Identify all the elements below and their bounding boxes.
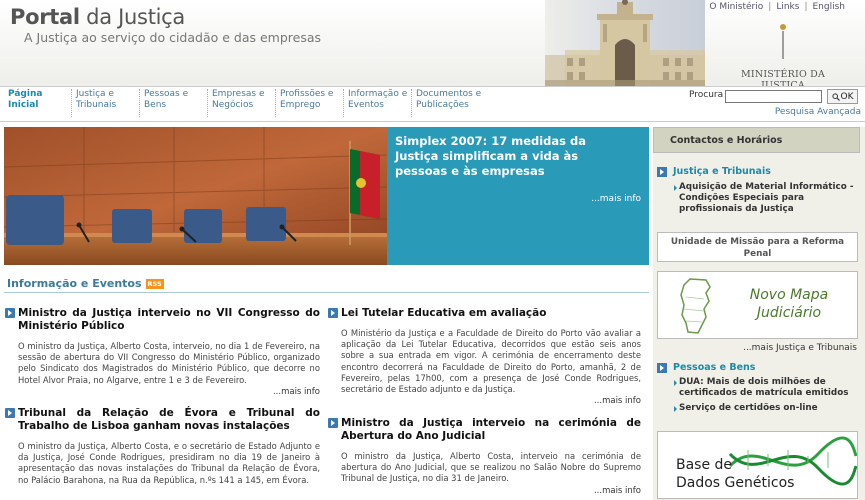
news-more-link[interactable]: ...mais info xyxy=(330,396,641,406)
nav-justica-tribunais[interactable]: Justiça e Tribunais xyxy=(71,89,133,117)
courtroom-photo xyxy=(4,127,387,265)
news-item: Lei Tutelar Educativa em avaliação O Min… xyxy=(328,307,641,406)
banner-teaser: Simplex 2007: 17 medidas da Justiça simp… xyxy=(387,127,649,265)
news-title-text: Lei Tutelar Educativa em avaliação xyxy=(341,307,547,319)
section-divider xyxy=(4,292,649,293)
search-button-label: OK xyxy=(840,91,854,102)
genetic-text-line2: Dados Genéticos xyxy=(676,475,795,491)
news-item: Ministro da Justiça interveio no VII Con… xyxy=(5,307,320,397)
news-more-link[interactable]: ...mais info xyxy=(7,387,320,397)
mais-justica-link[interactable]: ...mais Justiça e Tribunais xyxy=(743,343,857,353)
site-title[interactable]: Portal da Justiça xyxy=(10,5,185,29)
main-nav: Página Inicial Justiça e Tribunais Pesso… xyxy=(0,86,865,122)
news-title-text: Tribunal da Relação de Évora e Tribunal … xyxy=(18,407,320,432)
contacts-hours-link[interactable]: Contactos e Horários xyxy=(653,127,860,153)
top-link-links[interactable]: Links xyxy=(776,2,799,12)
pessoas-bens-heading[interactable]: Pessoas e Bens xyxy=(657,362,755,373)
search-input[interactable] xyxy=(725,90,822,103)
arrow-bullet-icon xyxy=(328,418,338,428)
arrow-bullet-icon xyxy=(657,166,667,177)
news-more-link[interactable]: ...mais info xyxy=(330,486,641,496)
feature-banner: Simplex 2007: 17 medidas da Justiça simp… xyxy=(4,127,649,265)
top-link-sep: | xyxy=(768,2,772,12)
site-header: Portal da Justiça A Justiça ao serviço d… xyxy=(0,0,865,91)
arrow-bullet-icon xyxy=(5,308,15,318)
reforma-penal-link[interactable]: Unidade de Missão para a Reforma Penal xyxy=(657,232,858,262)
news-body: O ministro da Justiça, Alberto Costa, in… xyxy=(341,451,641,484)
site-title-strong: Portal xyxy=(10,5,80,29)
justica-tribunais-heading-text: Justiça e Tribunais xyxy=(673,166,771,177)
nav-documentos-publicacoes[interactable]: Documentos e Publicações xyxy=(411,89,487,117)
search-button[interactable]: OK xyxy=(827,89,858,104)
nav-pessoas-bens[interactable]: Pessoas e Bens xyxy=(139,89,201,117)
mapa-text-line2: Judiciário xyxy=(756,305,822,321)
rss-icon[interactable]: RSS xyxy=(145,278,164,289)
genetic-text-line1: Base de xyxy=(676,457,733,473)
pessoas-bens-heading-text: Pessoas e Bens xyxy=(673,362,756,373)
top-link-english[interactable]: English xyxy=(813,2,846,12)
nav-informacao-eventos[interactable]: Informação e Eventos xyxy=(343,89,409,117)
mapa-judiciario-text: Novo Mapa Judiciário xyxy=(724,286,854,322)
sidebar-link-dua[interactable]: DUA: Mais de dois milhões de certificado… xyxy=(674,377,857,399)
nav-profissoes-emprego[interactable]: Profissões e Emprego xyxy=(275,89,339,117)
news-item: Ministro da Justiça interveio na cerimón… xyxy=(328,417,641,496)
banner-title[interactable]: Simplex 2007: 17 medidas da Justiça simp… xyxy=(395,134,630,179)
news-body: O ministro da Justiça, Alberto Costa, in… xyxy=(18,341,320,385)
news-title[interactable]: Ministro da Justiça interveio na cerimón… xyxy=(328,417,641,443)
top-link-sep: | xyxy=(804,2,808,12)
lisbon-arch-photo xyxy=(545,0,705,86)
news-item: Tribunal da Relação de Évora e Tribunal … xyxy=(5,407,320,486)
search-label: Procura xyxy=(689,90,724,100)
info-events-heading: Informação e Eventos RSS xyxy=(7,277,164,290)
arrow-bullet-icon xyxy=(5,408,15,418)
justica-tribunais-heading[interactable]: Justiça e Tribunais xyxy=(657,166,771,177)
page: Portal da Justiça A Justiça ao serviço d… xyxy=(0,0,865,500)
search-icon xyxy=(831,92,840,101)
top-link-ministry[interactable]: O Ministério xyxy=(709,2,763,12)
right-sidebar: Contactos e Horários Justiça e Tribunais… xyxy=(653,127,865,500)
news-body: O ministro da Justiça, Alberto Costa, e … xyxy=(18,441,320,485)
sidebar-link-material-informatico[interactable]: Aquisição de Material Informático - Cond… xyxy=(674,182,857,215)
advanced-search-link[interactable]: Pesquisa Avançada xyxy=(775,107,861,117)
mapa-text-line1: Novo Mapa xyxy=(749,287,829,303)
news-body: O Ministério da Justiça e a Faculdade de… xyxy=(341,328,641,395)
news-title[interactable]: Ministro da Justiça interveio no VII Con… xyxy=(5,307,320,333)
top-links: O Ministério | Links | English xyxy=(709,2,845,12)
nav-empresas-negocios[interactable]: Empresas e Negócios xyxy=(207,89,269,117)
base-dados-geneticos-text: Base de Dados Genéticos xyxy=(676,456,794,492)
info-events-title[interactable]: Informação e Eventos xyxy=(7,277,142,290)
news-title-text: Ministro da Justiça interveio no VII Con… xyxy=(18,307,320,332)
banner-more-link[interactable]: ...mais info xyxy=(591,194,641,204)
nav-home[interactable]: Página Inicial xyxy=(4,89,64,117)
portugal-map-icon xyxy=(680,278,711,334)
arrow-bullet-icon xyxy=(657,362,667,373)
news-title[interactable]: Tribunal da Relação de Évora e Tribunal … xyxy=(5,407,320,433)
news-title-text: Ministro da Justiça interveio na cerimón… xyxy=(341,417,641,442)
site-tagline: A Justiça ao serviço do cidadão e das em… xyxy=(24,30,322,45)
arrow-bullet-icon xyxy=(328,308,338,318)
site-title-rest: da Justiça xyxy=(79,5,185,29)
sidebar-link-certidoes[interactable]: Serviço de certidões on-line xyxy=(674,403,857,414)
mapa-judiciario-banner[interactable]: Novo Mapa Judiciário xyxy=(657,271,858,339)
base-dados-geneticos-banner[interactable]: Base de Dados Genéticos xyxy=(657,431,858,499)
news-title[interactable]: Lei Tutelar Educativa em avaliação xyxy=(328,307,641,320)
